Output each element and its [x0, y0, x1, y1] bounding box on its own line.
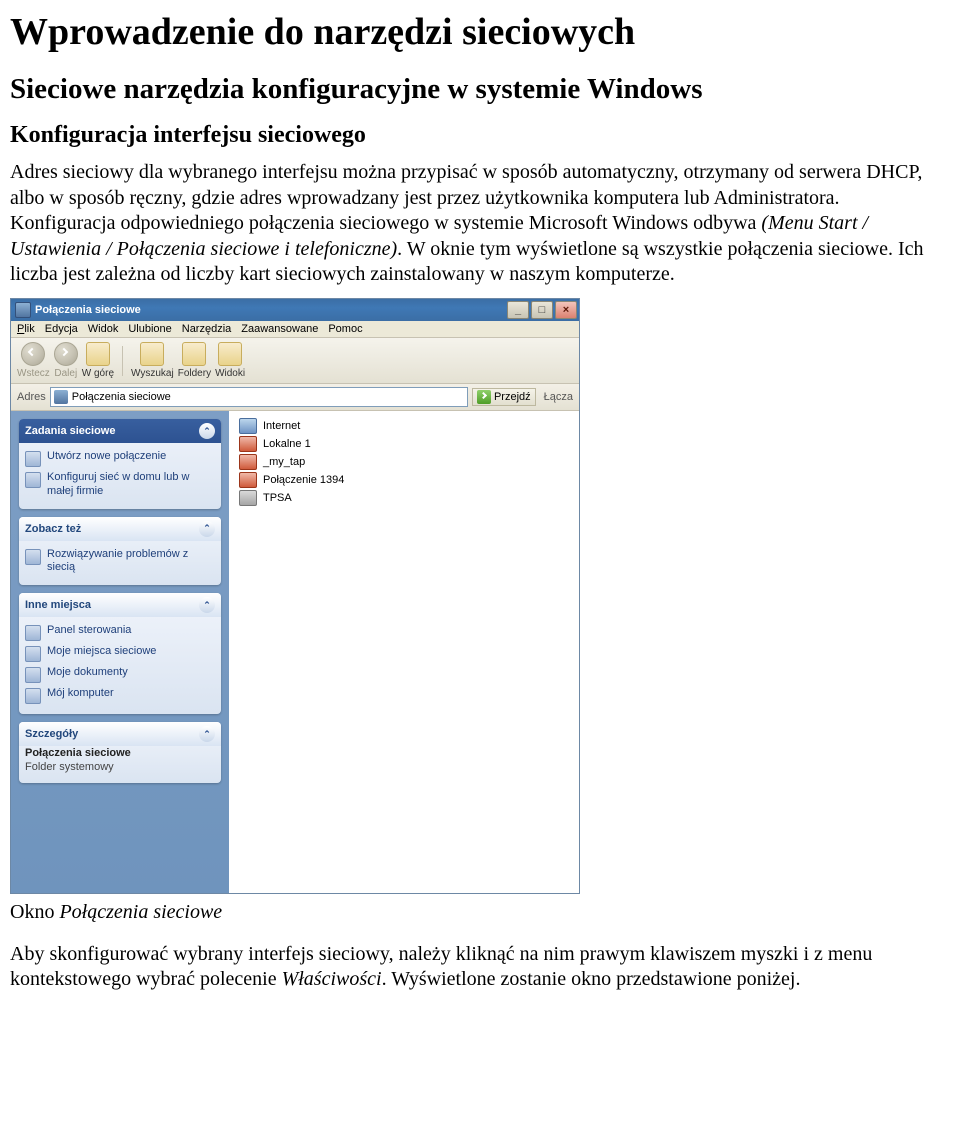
menu-help[interactable]: Pomoc — [328, 323, 362, 335]
window-icon — [15, 302, 31, 318]
sidebar: Zadania sieciowe ⌃ Utwórz nowe połączeni… — [11, 411, 229, 893]
details-type: Folder systemowy — [25, 761, 114, 773]
panel-header[interactable]: Szczegóły ⌃ — [19, 722, 221, 746]
window-title: Połączenia sieciowe — [35, 304, 503, 316]
up-icon — [86, 342, 110, 366]
heading-level-1: Wprowadzenie do narzędzi sieciowych — [10, 12, 950, 54]
menu-edit[interactable]: Edycja — [45, 323, 78, 335]
lan-icon — [239, 472, 257, 488]
panel-header[interactable]: Inne miejsca ⌃ — [19, 593, 221, 617]
address-bar: Adres Połączenia sieciowe Przejdź Łącza — [11, 384, 579, 411]
minimize-button[interactable]: _ — [507, 301, 529, 319]
panel-details: Szczegóły ⌃ Połączenia sieciowe Folder s… — [19, 722, 221, 783]
toolbar: Wstecz Dalej W górę Wyszukaj Foldery Wid… — [11, 338, 579, 384]
client-area: Zadania sieciowe ⌃ Utwórz nowe połączeni… — [11, 411, 579, 893]
globe-icon — [239, 418, 257, 434]
explorer-window: Połączenia sieciowe _ □ × PPliklik Edycj… — [10, 298, 580, 894]
heading-level-3: Konfiguracja interfejsu sieciowego — [10, 122, 950, 148]
chevron-up-icon[interactable]: ⌃ — [199, 423, 215, 439]
chevron-up-icon[interactable]: ⌃ — [199, 726, 215, 742]
sidebar-item[interactable]: Rozwiązywanie problemów z siecią — [25, 546, 215, 578]
panel-network-tasks: Zadania sieciowe ⌃ Utwórz nowe połączeni… — [19, 419, 221, 509]
files-area[interactable]: Internet Lokalne 1 _my_tap Połączenie 13… — [229, 411, 579, 893]
sidebar-item[interactable]: Panel sterowania — [25, 622, 215, 643]
sidebar-item[interactable]: Moje miejsca sieciowe — [25, 643, 215, 664]
connection-item[interactable]: _my_tap — [239, 453, 569, 471]
menu-tools[interactable]: Narzędzia — [182, 323, 232, 335]
chevron-up-icon[interactable]: ⌃ — [199, 521, 215, 537]
sidebar-item[interactable]: Utwórz nowe połączenie — [25, 448, 215, 469]
panel-header[interactable]: Zobacz też ⌃ — [19, 517, 221, 541]
menu-advanced[interactable]: Zaawansowane — [241, 323, 318, 335]
forward-button[interactable]: Dalej — [54, 342, 78, 379]
panel-see-also: Zobacz też ⌃ Rozwiązywanie problemów z s… — [19, 517, 221, 586]
details-name: Połączenia sieciowe — [25, 747, 131, 759]
my-computer-icon — [25, 688, 41, 704]
go-button[interactable]: Przejdź — [472, 388, 536, 406]
menu-favorites[interactable]: Ulubione — [128, 323, 171, 335]
lan-icon — [239, 436, 257, 452]
search-button[interactable]: Wyszukaj — [131, 342, 174, 379]
control-panel-icon — [25, 625, 41, 641]
connection-item[interactable]: Lokalne 1 — [239, 435, 569, 453]
dialup-icon — [239, 490, 257, 506]
views-button[interactable]: Widoki — [215, 342, 245, 379]
address-input[interactable]: Połączenia sieciowe — [50, 387, 468, 407]
paragraph-text: . Wyświetlone zostanie okno przedstawion… — [382, 968, 801, 990]
panel-header[interactable]: Zadania sieciowe ⌃ — [19, 419, 221, 443]
my-documents-icon — [25, 667, 41, 683]
heading-level-2: Sieciowe narzędzia konfiguracyjne w syst… — [10, 74, 950, 106]
paragraph-intro: Adres sieciowy dla wybranego interfejsu … — [10, 160, 950, 288]
titlebar[interactable]: Połączenia sieciowe _ □ × — [11, 299, 579, 321]
setup-network-icon — [25, 472, 41, 488]
panel-other-places: Inne miejsca ⌃ Panel sterowania Moje mie… — [19, 593, 221, 714]
folders-button[interactable]: Foldery — [178, 342, 211, 379]
paragraph-instructions: Aby skonfigurować wybrany interfejs siec… — [10, 942, 950, 993]
lan-icon — [239, 454, 257, 470]
back-button[interactable]: Wstecz — [17, 342, 50, 379]
menu-file[interactable]: PPliklik — [17, 323, 35, 335]
forward-icon — [54, 342, 78, 366]
network-places-icon — [25, 646, 41, 662]
search-icon — [140, 342, 164, 366]
maximize-button[interactable]: □ — [531, 301, 553, 319]
figure-caption: Okno Połączenia sieciowe — [10, 900, 950, 926]
menubar: PPliklik Edycja Widok Ulubione Narzędzia… — [11, 321, 579, 338]
paragraph-emphasis: Właściwości — [282, 968, 382, 990]
connection-item[interactable]: Połączenie 1394 — [239, 471, 569, 489]
links-label[interactable]: Łącza — [540, 391, 573, 403]
troubleshoot-icon — [25, 549, 41, 565]
close-button[interactable]: × — [555, 301, 577, 319]
go-icon — [477, 390, 491, 404]
connection-item[interactable]: Internet — [239, 417, 569, 435]
up-button[interactable]: W górę — [82, 342, 114, 379]
menu-view[interactable]: Widok — [88, 323, 119, 335]
address-icon — [54, 390, 68, 404]
sidebar-item[interactable]: Konfiguruj sieć w domu lub w małej firmi… — [25, 469, 215, 501]
address-label: Adres — [17, 391, 46, 403]
folders-icon — [182, 342, 206, 366]
toolbar-separator — [122, 346, 123, 376]
connection-item[interactable]: TPSA — [239, 489, 569, 507]
sidebar-item[interactable]: Mój komputer — [25, 685, 215, 706]
chevron-up-icon[interactable]: ⌃ — [199, 597, 215, 613]
address-value: Połączenia sieciowe — [72, 391, 171, 403]
sidebar-item[interactable]: Moje dokumenty — [25, 664, 215, 685]
back-icon — [21, 342, 45, 366]
new-connection-icon — [25, 451, 41, 467]
views-icon — [218, 342, 242, 366]
